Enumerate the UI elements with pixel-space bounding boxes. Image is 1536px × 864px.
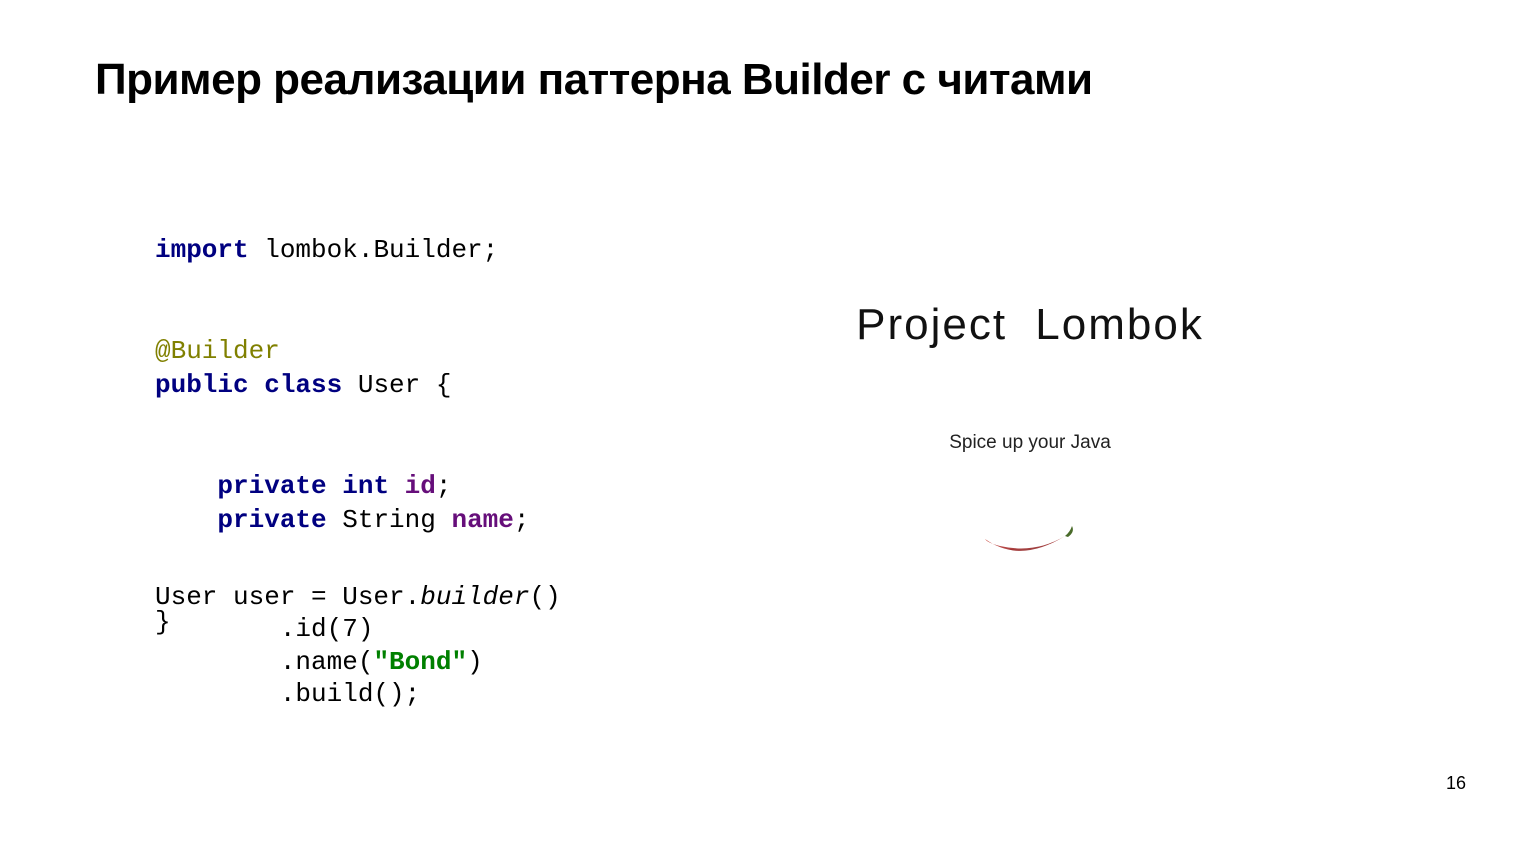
code-text: () — [529, 582, 560, 612]
field-name: name — [451, 505, 513, 535]
indent — [155, 505, 217, 535]
code-text: ) — [467, 647, 483, 677]
annotation: @Builder — [155, 336, 280, 366]
keyword: public class — [155, 370, 342, 400]
code-text: lombok.Builder; — [249, 235, 499, 265]
keyword: import — [155, 235, 249, 265]
slide-title: Пример реализации паттерна Builder с чит… — [95, 55, 1093, 105]
code-text: .id(7) — [155, 614, 373, 644]
code-text: .build(); — [155, 679, 420, 709]
code-text-italic: builder — [420, 582, 529, 612]
page-number: 16 — [1446, 773, 1466, 794]
indent — [155, 471, 217, 501]
code-text: .name( — [155, 647, 373, 677]
code-text: ; — [514, 505, 530, 535]
keyword: private int — [217, 471, 389, 501]
string-literal: "Bond" — [373, 647, 467, 677]
field-name: id — [405, 471, 436, 501]
chili-pepper-icon — [970, 504, 1090, 564]
lombok-logo-tagline: Spice up your Java — [800, 432, 1260, 454]
code-text: String — [327, 505, 452, 535]
keyword: private — [217, 505, 326, 535]
code-text: User { — [342, 370, 451, 400]
code-text: ; — [436, 471, 452, 501]
code-text — [389, 471, 405, 501]
code-text: User user = User. — [155, 582, 420, 612]
lombok-logo-block: Project Lombok Spice up your Java — [800, 300, 1260, 564]
code-block-usage: User user = User.builder() .id(7) .name(… — [155, 548, 561, 711]
lombok-logo-title: Project Lombok — [800, 300, 1260, 350]
